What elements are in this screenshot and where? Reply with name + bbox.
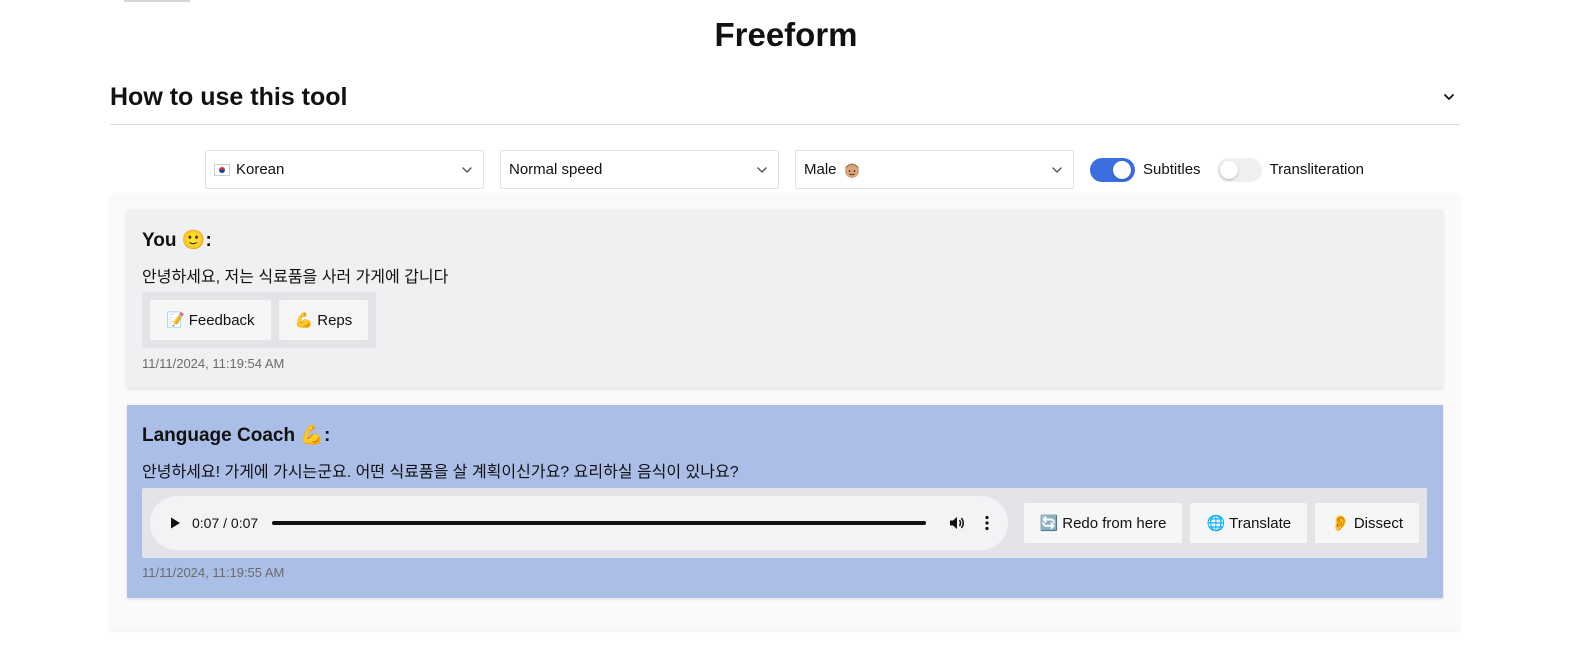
transliteration-label: Transliteration xyxy=(1269,161,1365,178)
transliteration-toggle[interactable] xyxy=(1216,157,1262,182)
translate-label: Translate xyxy=(1229,514,1292,532)
reps-label: Reps xyxy=(317,311,353,329)
flexed-bicep-icon: 💪 xyxy=(300,425,325,446)
chevron-down-icon xyxy=(461,164,473,176)
author-name: You xyxy=(142,230,177,251)
feedback-label: Feedback xyxy=(188,311,255,329)
audio-progress-bar[interactable] xyxy=(272,521,926,525)
message-text: 안녕하세요, 저는 식료품을 사러 가게에 갑니다 xyxy=(142,269,449,286)
message-timestamp: 11/11/2024, 11:19:54 AM xyxy=(142,356,285,371)
subtitles-toggle[interactable] xyxy=(1090,157,1135,182)
chevron-down-icon[interactable] xyxy=(1438,86,1460,108)
language-select-value: Korean xyxy=(236,161,285,178)
chevron-down-icon xyxy=(756,164,768,176)
chevron-down-icon xyxy=(1051,164,1063,176)
smiley-icon: 🙂 xyxy=(181,230,206,251)
redo-icon: 🔄 xyxy=(1039,515,1059,532)
audio-player[interactable]: 0:07 / 0:07 xyxy=(150,496,1008,550)
voice-select-value: Male xyxy=(804,161,837,178)
globe-icon: 🌐 xyxy=(1206,515,1226,532)
speed-select-value: Normal speed xyxy=(509,161,603,178)
memo-icon: 📝 xyxy=(166,312,185,329)
translate-button[interactable]: 🌐 Translate xyxy=(1190,503,1308,543)
more-options-icon[interactable] xyxy=(984,515,990,531)
chat-panel: You 🙂: 안녕하세요, 저는 식료품을 사러 가게에 갑니다 📝 Feedb… xyxy=(110,194,1460,630)
korea-flag-icon xyxy=(214,163,230,176)
speed-select[interactable]: Normal speed xyxy=(500,150,779,189)
accordion-title: How to use this tool xyxy=(110,83,348,111)
reps-button[interactable]: 💪 Reps xyxy=(278,300,369,340)
message-author: You 🙂: xyxy=(142,228,212,252)
feedback-button[interactable]: 📝 Feedback xyxy=(150,300,271,340)
flexed-bicep-icon: 💪 xyxy=(294,312,314,329)
volume-icon[interactable] xyxy=(948,514,966,532)
audio-time: 0:07 / 0:07 xyxy=(192,515,259,531)
message-actions: 📝 Feedback 💪 Reps xyxy=(142,292,377,348)
dissect-label: Dissect xyxy=(1353,514,1403,532)
redo-label: Redo from here xyxy=(1062,514,1167,532)
dissect-button[interactable]: 👂 Dissect xyxy=(1315,503,1419,543)
message-timestamp: 11/11/2024, 11:19:55 AM xyxy=(142,565,285,580)
coach-message: Language Coach 💪: 안녕하세요! 가게에 가시는군요. 어떤 식… xyxy=(127,405,1443,598)
ear-icon: 👂 xyxy=(1331,515,1350,532)
language-select[interactable]: Korean xyxy=(205,150,484,189)
redo-from-here-button[interactable]: 🔄 Redo from here xyxy=(1023,503,1183,543)
toggle-knob xyxy=(1219,160,1238,179)
play-icon[interactable] xyxy=(168,516,182,530)
page-title: Freeform xyxy=(714,16,858,53)
user-message: You 🙂: 안녕하세요, 저는 식료품을 사러 가게에 갑니다 📝 Feedb… xyxy=(127,210,1443,388)
author-name: Language Coach xyxy=(142,425,296,446)
author-colon: : xyxy=(205,230,212,251)
man-emoji-icon xyxy=(843,161,861,179)
subtitles-label: Subtitles xyxy=(1143,161,1201,178)
toggle-knob xyxy=(1113,160,1131,179)
how-to-use-accordion[interactable]: How to use this tool xyxy=(110,70,1460,125)
message-author: Language Coach 💪: xyxy=(142,423,330,447)
author-colon: : xyxy=(324,425,331,446)
voice-select[interactable]: Male xyxy=(795,150,1074,189)
controls-bar: Korean Normal speed Male Subtitles Trans… xyxy=(205,150,1380,189)
message-text: 안녕하세요! 가게에 가시는군요. 어떤 식료품을 살 계획이신가요? 요리하실… xyxy=(142,464,739,481)
top-divider xyxy=(124,0,190,2)
audio-progress-fill xyxy=(272,521,926,525)
message-actions: 0:07 / 0:07 🔄 Redo from here 🌐 Translate… xyxy=(142,488,1427,558)
